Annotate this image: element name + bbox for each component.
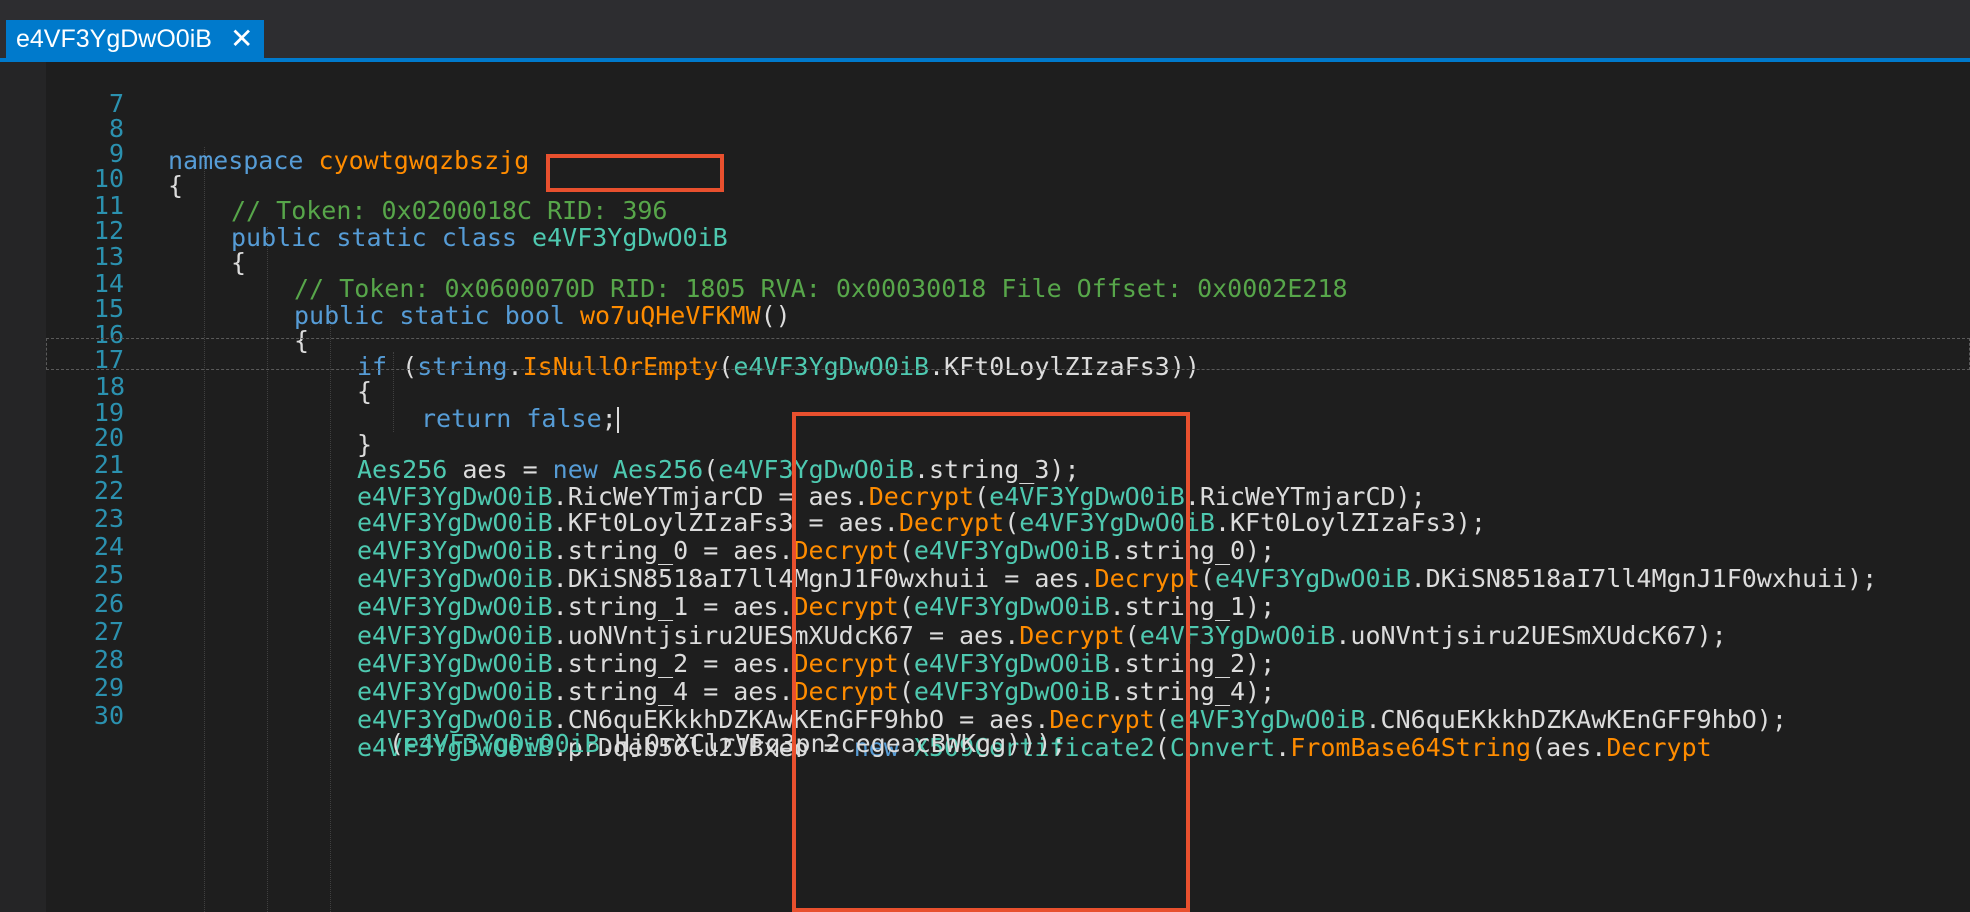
method-name[interactable]: FromBase64String	[1290, 733, 1531, 762]
editor-margin	[0, 62, 46, 912]
tab-title: e4VF3YgDwO0iB	[16, 24, 212, 53]
method-name[interactable]: Decrypt	[1606, 733, 1711, 762]
highlight-box-class-name	[546, 154, 724, 192]
code-text: .	[1275, 733, 1291, 762]
highlight-box-decrypt-calls	[792, 412, 1190, 912]
code-text: (aes.	[1531, 733, 1607, 762]
code-text: (	[389, 729, 405, 758]
class-ref[interactable]: e4VF3YgDwO0iB	[404, 729, 600, 758]
tab-e4VF3YgDwO0iB[interactable]: e4VF3YgDwO0iB ✕	[6, 20, 264, 58]
tab-bar: e4VF3YgDwO0iB ✕	[0, 0, 1970, 62]
code-editor[interactable]: 7 8 namespace cyowtgwqzbszjg 9 { 10 // T…	[46, 62, 1970, 912]
close-icon[interactable]: ✕	[230, 25, 253, 53]
